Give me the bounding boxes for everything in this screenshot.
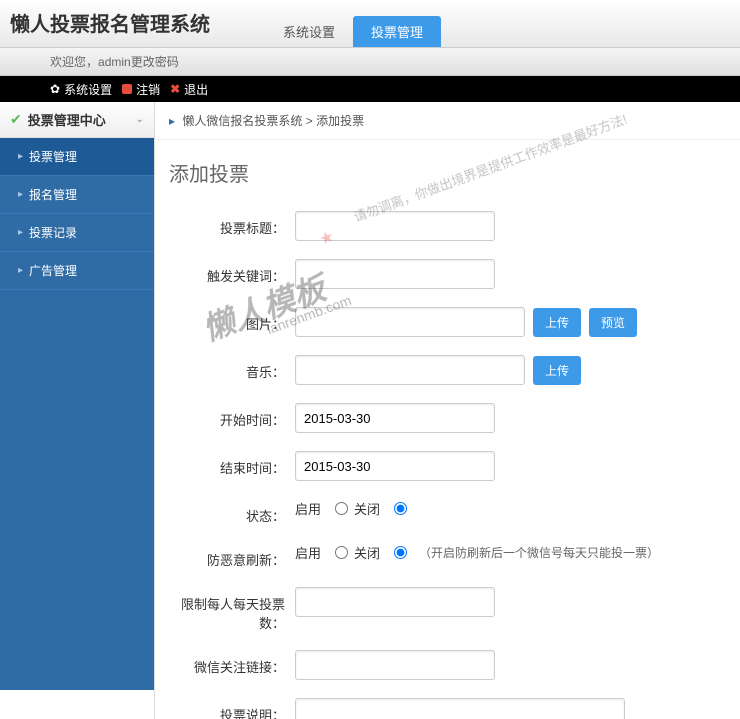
sidebar-title: 投票管理中心 xyxy=(28,110,106,129)
description-label: 投票说明： xyxy=(175,698,295,719)
chevron-down-icon: ⌄ xyxy=(136,114,144,125)
toolbar-settings-label: 系统设置 xyxy=(64,81,112,98)
status-disable-label: 关闭 xyxy=(354,499,380,518)
toolbar-logout-label: 注销 xyxy=(136,81,160,98)
limit-input[interactable] xyxy=(295,587,495,617)
status-label: 状态： xyxy=(175,499,295,525)
music-label: 音乐： xyxy=(175,355,295,381)
arrow-icon: ▸ xyxy=(18,265,23,276)
sidebar-item-vote-management[interactable]: ▸ 投票管理 xyxy=(0,138,154,176)
breadcrumb-arrow-icon: ▸ xyxy=(169,114,175,128)
start-time-label: 开始时间： xyxy=(175,403,295,429)
anti-brush-enable-label: 启用 xyxy=(295,543,321,562)
breadcrumb-part1: 懒人微信报名投票系统 xyxy=(182,114,302,128)
top-tabs: 系统设置 投票管理 xyxy=(265,0,441,47)
toolbar-exit[interactable]: ✖ 退出 xyxy=(170,81,208,98)
keyword-label: 触发关键词： xyxy=(175,259,295,285)
welcome-username[interactable]: admin xyxy=(98,55,131,69)
end-time-label: 结束时间： xyxy=(175,451,295,477)
sidebar-item-label: 报名管理 xyxy=(29,186,77,203)
content-area: ▸ 懒人微信报名投票系统 > 添加投票 添加投票 投票标题： 触发关键词： 图片… xyxy=(155,102,740,719)
toolbar-settings[interactable]: ✿ 系统设置 xyxy=(50,81,112,98)
title-label: 投票标题： xyxy=(175,211,295,237)
status-enable-radio[interactable] xyxy=(335,502,348,515)
image-preview-button[interactable]: 预览 xyxy=(589,308,637,337)
description-textarea[interactable] xyxy=(295,698,625,719)
image-label: 图片： xyxy=(175,307,295,333)
wechat-link-input[interactable] xyxy=(295,650,495,680)
check-icon: ✔ xyxy=(10,111,22,128)
breadcrumb-part2: 添加投票 xyxy=(316,114,364,128)
wechat-link-label: 微信关注链接： xyxy=(175,650,295,676)
music-upload-button[interactable]: 上传 xyxy=(533,356,581,385)
sidebar-item-label: 广告管理 xyxy=(29,262,77,279)
page-title: 添加投票 xyxy=(155,140,740,201)
exit-icon: ✖ xyxy=(170,82,180,96)
tab-system-settings[interactable]: 系统设置 xyxy=(265,16,353,47)
title-input[interactable] xyxy=(295,211,495,241)
gear-icon: ✿ xyxy=(50,82,60,96)
arrow-icon: ▸ xyxy=(18,189,23,200)
sidebar-header[interactable]: ✔ 投票管理中心 ⌄ xyxy=(0,102,154,138)
status-disable-radio[interactable] xyxy=(394,502,407,515)
sidebar: ✔ 投票管理中心 ⌄ ▸ 投票管理 ▸ 报名管理 ▸ 投票记录 ▸ 广告管理 xyxy=(0,102,155,719)
sidebar-item-signup-management[interactable]: ▸ 报名管理 xyxy=(0,176,154,214)
anti-brush-hint: （开启防刷新后一个微信号每天只能投一票） xyxy=(419,544,659,561)
anti-brush-disable-radio[interactable] xyxy=(394,546,407,559)
system-title: 懒人投票报名管理系统 xyxy=(0,8,225,47)
breadcrumb-separator: > xyxy=(302,114,316,128)
sidebar-menu: ▸ 投票管理 ▸ 报名管理 ▸ 投票记录 ▸ 广告管理 xyxy=(0,138,154,290)
status-enable-label: 启用 xyxy=(295,499,321,518)
breadcrumb: ▸ 懒人微信报名投票系统 > 添加投票 xyxy=(155,102,740,140)
anti-brush-disable-label: 关闭 xyxy=(354,543,380,562)
start-time-input[interactable] xyxy=(295,403,495,433)
tab-vote-management[interactable]: 投票管理 xyxy=(353,16,441,47)
image-upload-button[interactable]: 上传 xyxy=(533,308,581,337)
music-input[interactable] xyxy=(295,355,525,385)
image-input[interactable] xyxy=(295,307,525,337)
welcome-bar: 欢迎您，admin更改密码 xyxy=(0,48,740,76)
arrow-icon: ▸ xyxy=(18,151,23,162)
anti-brush-label: 防恶意刷新： xyxy=(175,543,295,569)
limit-label: 限制每人每天投票数： xyxy=(175,587,295,632)
change-password-link[interactable]: 更改密码 xyxy=(131,55,179,69)
logout-icon xyxy=(122,84,132,94)
form: 投票标题： 触发关键词： 图片： 上传 预览 音乐： 上传 xyxy=(155,201,740,719)
welcome-greeting: 欢迎您， xyxy=(50,55,98,69)
sidebar-item-vote-records[interactable]: ▸ 投票记录 xyxy=(0,214,154,252)
sidebar-filler xyxy=(0,290,154,690)
anti-brush-enable-radio[interactable] xyxy=(335,546,348,559)
end-time-input[interactable] xyxy=(295,451,495,481)
toolbar-exit-label: 退出 xyxy=(184,81,208,98)
arrow-icon: ▸ xyxy=(18,227,23,238)
sidebar-item-label: 投票记录 xyxy=(29,224,77,241)
sidebar-item-label: 投票管理 xyxy=(29,148,77,165)
toolbar-logout[interactable]: 注销 xyxy=(122,81,160,98)
toolbar: ✿ 系统设置 注销 ✖ 退出 xyxy=(0,76,740,102)
keyword-input[interactable] xyxy=(295,259,495,289)
sidebar-item-ad-management[interactable]: ▸ 广告管理 xyxy=(0,252,154,290)
